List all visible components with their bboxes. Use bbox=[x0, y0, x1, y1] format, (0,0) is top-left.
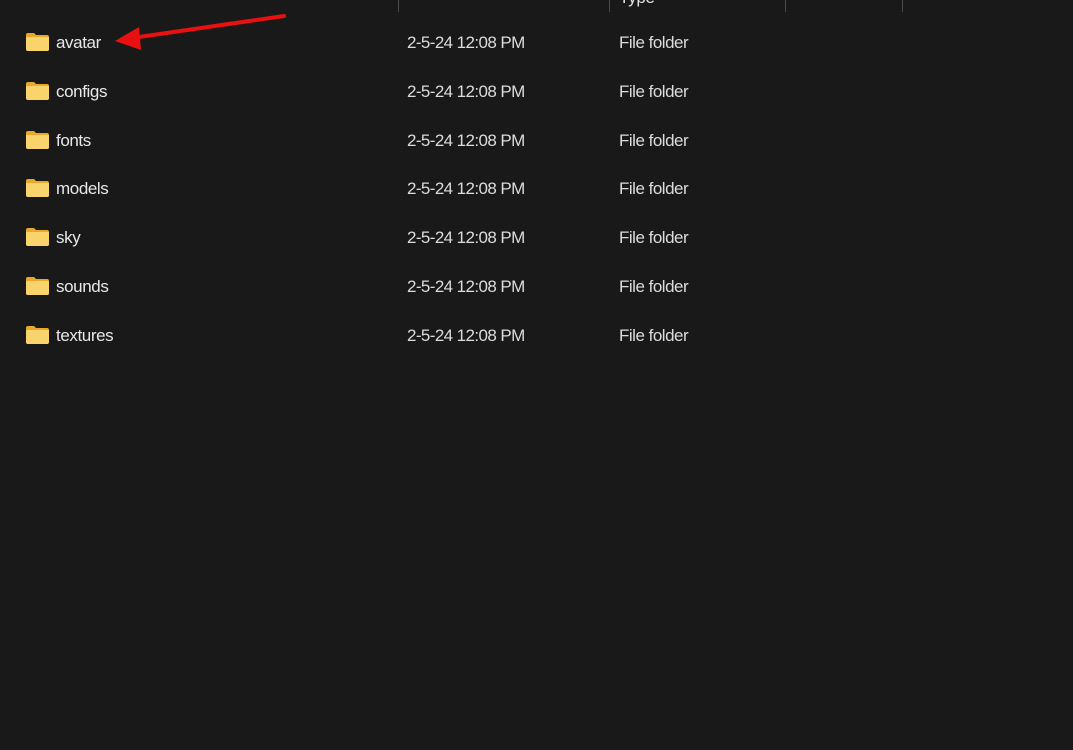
file-date-modified: 2-5-24 12:08 PM bbox=[407, 325, 525, 345]
file-type: File folder bbox=[619, 228, 689, 248]
file-type: File folder bbox=[619, 325, 689, 345]
file-name: sounds bbox=[56, 276, 109, 296]
column-divider-size-end[interactable] bbox=[902, 0, 903, 12]
file-row-avatar[interactable]: avatar 2-5-24 12:08 PM File folder bbox=[0, 19, 1073, 68]
file-date-modified: 2-5-24 12:08 PM bbox=[407, 179, 525, 199]
file-row-models[interactable]: models 2-5-24 12:08 PM File folder bbox=[0, 165, 1073, 214]
file-name: sky bbox=[56, 228, 81, 248]
file-row-configs[interactable]: configs 2-5-24 12:08 PM File folder bbox=[0, 68, 1073, 117]
folder-icon bbox=[26, 130, 49, 149]
file-date-modified: 2-5-24 12:08 PM bbox=[407, 276, 525, 296]
column-divider-type-size[interactable] bbox=[785, 0, 786, 12]
column-header-bar: Type bbox=[0, 0, 1073, 12]
file-date-modified: 2-5-24 12:08 PM bbox=[407, 130, 525, 150]
file-type: File folder bbox=[619, 130, 689, 150]
column-divider-name-date[interactable] bbox=[398, 0, 399, 12]
file-date-modified: 2-5-24 12:08 PM bbox=[407, 228, 525, 248]
file-name: textures bbox=[56, 325, 114, 345]
folder-icon bbox=[26, 81, 49, 100]
file-type: File folder bbox=[619, 33, 689, 52]
file-name: models bbox=[56, 179, 109, 199]
file-row-fonts[interactable]: fonts 2-5-24 12:08 PM File folder bbox=[0, 117, 1073, 166]
file-name: configs bbox=[56, 81, 108, 101]
folder-icon bbox=[26, 179, 49, 198]
folder-icon bbox=[26, 33, 49, 51]
file-date-modified: 2-5-24 12:08 PM bbox=[407, 81, 525, 101]
file-date-modified: 2-5-24 12:08 PM bbox=[407, 33, 525, 52]
file-row-sounds[interactable]: sounds 2-5-24 12:08 PM File folder bbox=[0, 263, 1073, 312]
file-name: fonts bbox=[56, 130, 91, 150]
folder-icon bbox=[26, 325, 49, 344]
folder-icon bbox=[26, 276, 49, 295]
folder-icon bbox=[26, 228, 49, 247]
file-type: File folder bbox=[619, 276, 689, 296]
file-list: avatar 2-5-24 12:08 PM File folder confi… bbox=[0, 19, 1073, 361]
column-divider-date-type[interactable] bbox=[609, 0, 610, 12]
file-type: File folder bbox=[619, 179, 689, 199]
file-name: avatar bbox=[56, 33, 101, 52]
column-header-type[interactable]: Type bbox=[619, 0, 655, 8]
file-row-textures[interactable]: textures 2-5-24 12:08 PM File folder bbox=[0, 312, 1073, 361]
file-row-sky[interactable]: sky 2-5-24 12:08 PM File folder bbox=[0, 214, 1073, 263]
file-type: File folder bbox=[619, 81, 689, 101]
